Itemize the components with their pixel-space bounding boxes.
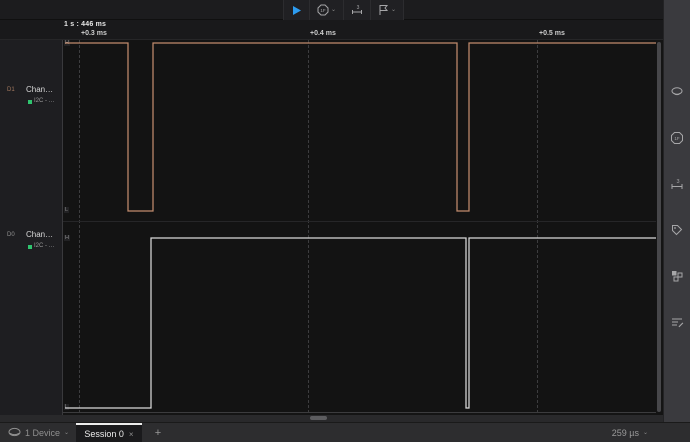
digital-traces xyxy=(63,40,656,413)
trace-d1 xyxy=(65,43,656,211)
measurement-button[interactable]: 3 xyxy=(344,0,371,20)
top-toolbar: 1F ⌄ 3 xyxy=(0,0,663,20)
ruler-tick-label: +0.4 ms xyxy=(310,30,336,37)
svg-text:3: 3 xyxy=(676,179,679,185)
channel-id-label: D1 xyxy=(7,87,15,93)
time-ruler[interactable]: 1 s : 446 ms +0.3 ms +0.4 ms +0.5 ms xyxy=(0,20,663,40)
horizontal-scrollbar-thumb[interactable] xyxy=(310,416,327,420)
analyzer-dot-icon xyxy=(28,245,32,249)
capture-controls: 1F ⌄ 3 xyxy=(283,0,404,20)
svg-text:1F: 1F xyxy=(674,136,680,141)
chevron-down-icon: ⌄ xyxy=(331,7,336,13)
ruler-icon: 3 xyxy=(351,4,363,16)
device-count-label: 1 Device xyxy=(25,428,60,438)
analyzer-dot-icon xyxy=(28,100,32,104)
play-icon xyxy=(291,5,302,16)
analyzers-icon[interactable]: 1F xyxy=(669,130,685,146)
close-tab-icon[interactable]: × xyxy=(129,430,134,439)
capture-notes-icon[interactable] xyxy=(669,314,685,330)
absolute-time-label: 1 s : 446 ms xyxy=(64,21,106,28)
chevron-down-icon: ⌄ xyxy=(643,430,648,436)
waveform-viewport[interactable]: HLHL xyxy=(63,40,656,413)
time-scale-value: 259 µs xyxy=(612,428,639,438)
marker-flag-button[interactable]: ⌄ xyxy=(371,0,404,20)
add-session-button[interactable]: + xyxy=(150,423,166,442)
start-capture-button[interactable] xyxy=(283,0,310,20)
measurements-icon[interactable]: 3 xyxy=(669,176,685,192)
octagon-1f-icon: 1F xyxy=(317,4,329,16)
annotations-tag-icon[interactable] xyxy=(669,222,685,238)
channel-id-label: D0 xyxy=(7,232,15,238)
trace-d0 xyxy=(65,238,656,408)
channel-d1-header[interactable]: D1 Chan… I2C - … xyxy=(0,85,63,115)
session-tab-label: Session 0 xyxy=(84,429,124,439)
svg-text:3: 3 xyxy=(357,5,360,11)
channel-name-label: Chan… xyxy=(26,85,53,94)
channel-name-label: Chan… xyxy=(26,230,53,239)
chevron-down-icon: ⌄ xyxy=(64,430,69,436)
session-tab[interactable]: Session 0 × xyxy=(76,423,142,442)
chevron-down-icon: ⌄ xyxy=(391,7,396,13)
device-lens-icon[interactable] xyxy=(669,84,685,100)
horizontal-scrollbar-track[interactable] xyxy=(0,415,663,422)
time-scale-selector[interactable]: 259 µs ⌄ xyxy=(612,423,648,442)
device-selector[interactable]: 1 Device ⌄ xyxy=(8,423,69,442)
extensions-icon[interactable] xyxy=(669,268,685,284)
device-icon xyxy=(8,427,21,439)
analyzer-label: I2C - … xyxy=(34,98,55,104)
analyzer-label: I2C - … xyxy=(34,243,55,249)
logic-analyzer-app: 1F ⌄ 3 xyxy=(0,0,690,442)
ruler-tick-label: +0.3 ms xyxy=(81,30,107,37)
svg-text:1F: 1F xyxy=(320,8,326,13)
ruler-tick-label: +0.5 ms xyxy=(539,30,565,37)
flag-icon xyxy=(378,4,389,16)
channel-label-panel: D1 Chan… I2C - … D0 Chan… I2C - … xyxy=(0,40,63,415)
capture-mode-button[interactable]: 1F ⌄ xyxy=(310,0,344,20)
vertical-scrollbar[interactable] xyxy=(657,42,661,412)
bottom-status-bar: 1 Device ⌄ Session 0 × + 259 µs ⌄ xyxy=(0,422,690,442)
channel-d0-header[interactable]: D0 Chan… I2C - … xyxy=(0,230,63,260)
right-sidebar: 1F 3 xyxy=(663,0,690,442)
